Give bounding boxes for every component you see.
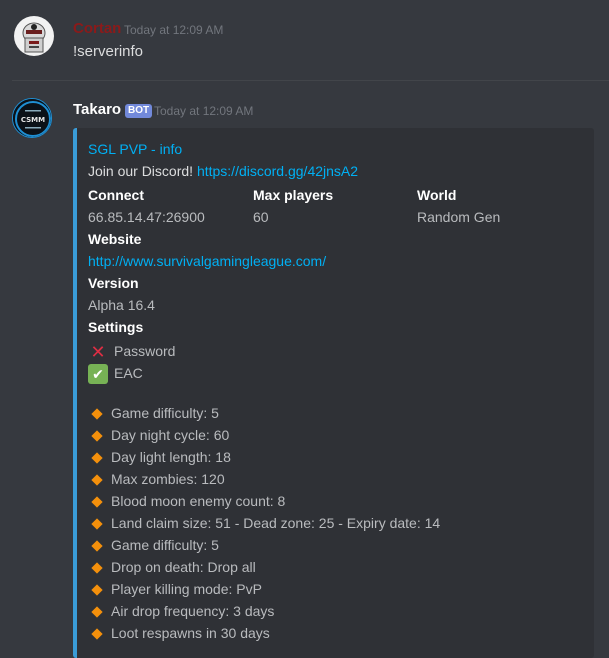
- stat-text: Land claim size: 51 - Dead zone: 25 - Ex…: [111, 515, 441, 531]
- stat-item: Game difficulty: 5: [88, 402, 219, 424]
- embed-description: Join our Discord! https://discord.gg/42j…: [88, 163, 358, 179]
- orange-diamond-icon: [91, 584, 103, 596]
- cross-mark-icon: ✕: [90, 342, 106, 363]
- discord-invite-link[interactable]: https://discord.gg/42jnsA2: [197, 163, 358, 179]
- field-world-value: Random Gen: [417, 209, 501, 225]
- orange-diamond-icon: [91, 496, 103, 508]
- stat-item: Player killing mode: PvP: [88, 578, 262, 600]
- orange-diamond-icon: [91, 540, 103, 552]
- stat-item: Day night cycle: 60: [88, 424, 229, 446]
- stat-text: Game difficulty: 5: [111, 537, 219, 553]
- timestamp: Today at 12:09 AM: [124, 23, 224, 37]
- stat-item: Air drop frequency: 3 days: [88, 600, 274, 622]
- orange-diamond-icon: [91, 474, 103, 486]
- stat-item: Drop on death: Drop all: [88, 556, 256, 578]
- stat-text: Day light length: 18: [111, 449, 231, 465]
- stat-item: Max zombies: 120: [88, 468, 225, 490]
- svg-text:CSMM: CSMM: [21, 116, 45, 124]
- orange-diamond-icon: [91, 562, 103, 574]
- stat-item: Day light length: 18: [88, 446, 231, 468]
- stat-item: Loot respawns in 30 days: [88, 622, 270, 644]
- username[interactable]: Cortan: [73, 20, 121, 37]
- server-info-embed: SGL PVP - info Join our Discord! https:/…: [73, 128, 594, 658]
- stat-text: Loot respawns in 30 days: [111, 625, 270, 641]
- website-link[interactable]: http://www.survivalgamingleague.com/: [88, 253, 326, 269]
- message-divider: [12, 80, 609, 81]
- field-settings-name: Settings: [88, 319, 144, 335]
- field-website-name: Website: [88, 231, 142, 247]
- timestamp: Today at 12:09 AM: [154, 104, 254, 118]
- field-connect-name: Connect: [88, 187, 144, 203]
- orange-diamond-icon: [91, 628, 103, 640]
- setting-label: Password: [114, 343, 176, 359]
- orange-diamond-icon: [91, 452, 103, 464]
- stat-item: Game difficulty: 5: [88, 534, 219, 556]
- robot-avatar-icon[interactable]: [14, 16, 54, 56]
- stat-text: Player killing mode: PvP: [111, 581, 262, 597]
- stat-text: Blood moon enemy count: 8: [111, 493, 286, 509]
- csmm-logo-avatar-icon[interactable]: CSMM: [12, 98, 52, 138]
- stat-text: Air drop frequency: 3 days: [111, 603, 275, 619]
- stat-item: Land claim size: 51 - Dead zone: 25 - Ex…: [88, 512, 440, 534]
- embed-title[interactable]: SGL PVP - info: [88, 141, 182, 157]
- field-version-name: Version: [88, 275, 139, 291]
- stat-text: Drop on death: Drop all: [111, 559, 256, 575]
- embed-description-text: Join our Discord!: [88, 163, 194, 179]
- setting-eac: ✔ EAC: [88, 362, 143, 385]
- field-max-players-name: Max players: [253, 187, 334, 203]
- field-version-value: Alpha 16.4: [88, 297, 155, 313]
- orange-diamond-icon: [91, 408, 103, 420]
- setting-label: EAC: [114, 365, 143, 381]
- bot-badge: BOT: [125, 104, 153, 118]
- field-world-name: World: [417, 187, 457, 203]
- field-max-players-value: 60: [253, 209, 269, 225]
- stat-text: Max zombies: 120: [111, 471, 225, 487]
- check-mark-icon: ✔: [88, 364, 108, 385]
- stat-text: Game difficulty: 5: [111, 405, 219, 421]
- message-text: !serverinfo: [73, 43, 144, 60]
- field-connect-value: 66.85.14.47:26900: [88, 209, 205, 225]
- setting-password: ✕ Password: [88, 340, 175, 362]
- username[interactable]: Takaro: [73, 101, 121, 118]
- stat-text: Day night cycle: 60: [111, 427, 230, 443]
- orange-diamond-icon: [91, 430, 103, 442]
- orange-diamond-icon: [91, 606, 103, 618]
- orange-diamond-icon: [91, 518, 103, 530]
- stat-item: Blood moon enemy count: 8: [88, 490, 285, 512]
